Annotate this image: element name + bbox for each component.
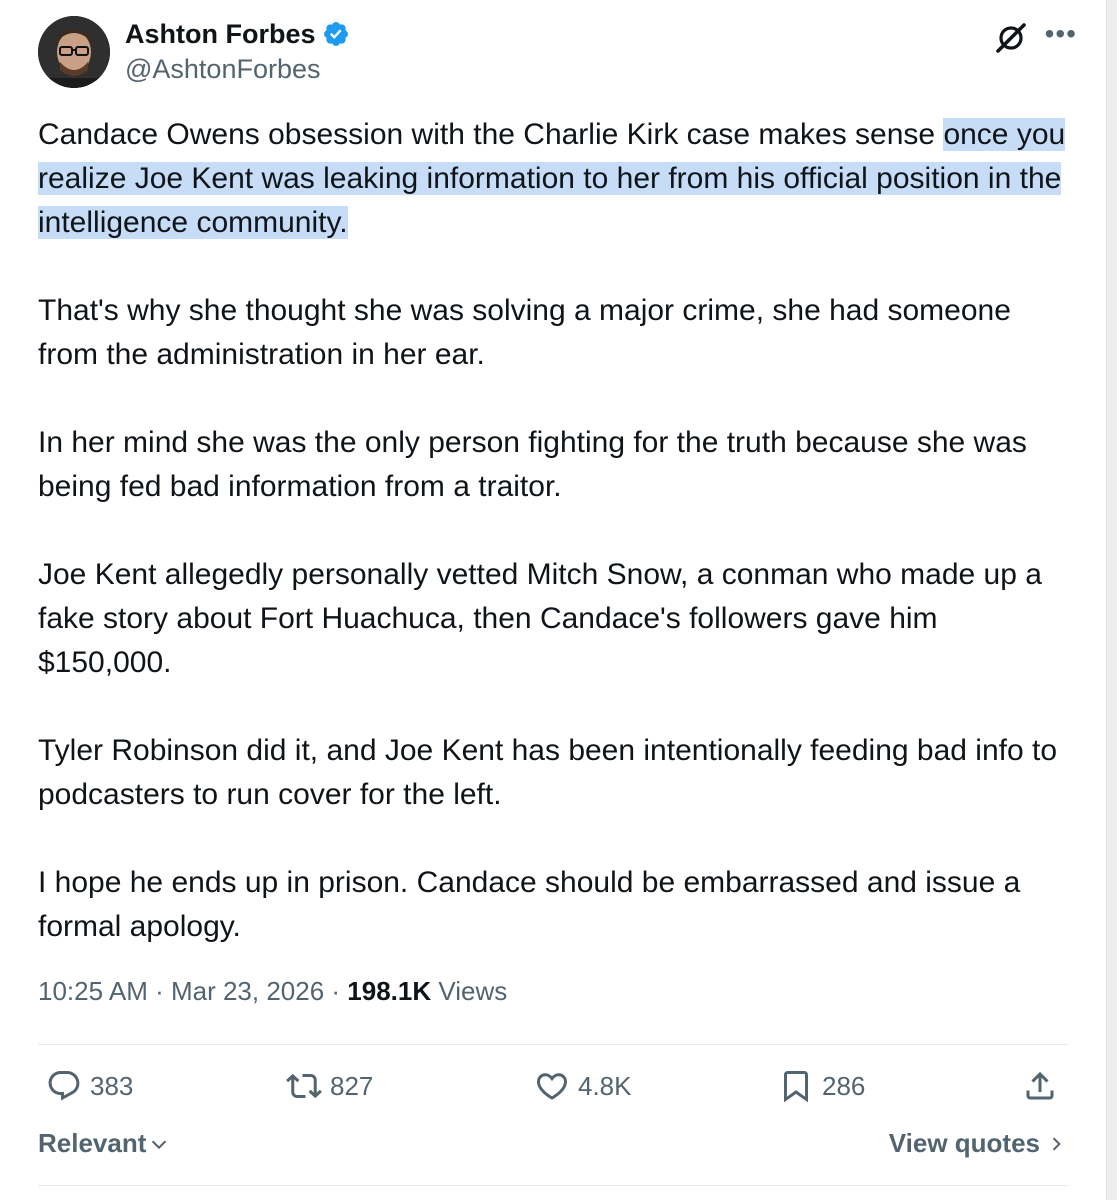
tweet-paragraph-2: That's why she thought she was solving a… xyxy=(38,294,1011,371)
more-icon[interactable]: ••• xyxy=(1045,20,1077,48)
tweet-header: Ashton Forbes @AshtonForbes ••• xyxy=(38,14,1077,94)
tweet-paragraph-1: Candace Owens obsession with the Charlie… xyxy=(38,113,1078,245)
bookmark-button[interactable]: 286 xyxy=(778,1068,865,1104)
share-button[interactable] xyxy=(1022,1068,1058,1104)
tweet-paragraph-5: Tyler Robinson did it, and Joe Kent has … xyxy=(38,734,1058,811)
divider xyxy=(38,1044,1069,1045)
meta-separator: · xyxy=(147,976,171,1006)
name-row: Ashton Forbes xyxy=(125,14,350,54)
chevron-right-icon xyxy=(1052,1136,1061,1151)
repost-count: 827 xyxy=(330,1070,374,1101)
tweet-time[interactable]: 10:25 AM xyxy=(38,976,148,1006)
tweet-paragraph-6: I hope he ends up in prison. Candace sho… xyxy=(38,866,1021,943)
like-count: 4.8K xyxy=(578,1070,632,1101)
like-icon xyxy=(536,1073,568,1100)
reply-icon xyxy=(48,1071,80,1101)
verified-badge-icon[interactable] xyxy=(322,20,350,48)
tweet-paragraph-3: In her mind she was the only person figh… xyxy=(38,426,1027,503)
sort-relevant-button[interactable]: Relevant xyxy=(38,1128,170,1159)
top-actions: ••• xyxy=(993,20,1077,56)
bookmark-count: 286 xyxy=(822,1070,866,1101)
tweet-date[interactable]: Mar 23, 2026 xyxy=(171,976,324,1006)
tweet-meta: 10:25 AM · Mar 23, 2026 · 198.1K Views xyxy=(38,976,507,1007)
chevron-down-icon xyxy=(152,1140,167,1149)
tweet-paragraph-4: Joe Kent allegedly personally vetted Mit… xyxy=(38,558,1042,679)
reply-button[interactable]: 383 xyxy=(46,1068,133,1104)
meta-separator: · xyxy=(324,976,348,1006)
author-block: Ashton Forbes @AshtonForbes xyxy=(125,14,350,85)
bookmark-icon xyxy=(784,1071,808,1103)
repost-icon xyxy=(286,1073,322,1099)
tweet-footer: Relevant View quotes xyxy=(38,1128,1066,1168)
sort-label: Relevant xyxy=(38,1128,147,1158)
repost-button[interactable]: 827 xyxy=(286,1068,373,1104)
view-quotes-button[interactable]: View quotes xyxy=(889,1128,1066,1159)
share-icon xyxy=(1026,1071,1054,1100)
views-count: 198.1K xyxy=(347,976,432,1006)
display-name[interactable]: Ashton Forbes xyxy=(125,19,316,50)
tweet-text-plain: Candace Owens obsession with the Charlie… xyxy=(38,118,944,151)
views-label: Views xyxy=(431,976,508,1006)
divider xyxy=(38,1185,1069,1186)
avatar-image xyxy=(38,16,110,88)
tweet-body: Candace Owens obsession with the Charlie… xyxy=(38,113,1078,993)
window-edge xyxy=(1106,0,1117,1200)
grok-icon[interactable] xyxy=(993,20,1029,56)
like-button[interactable]: 4.8K xyxy=(534,1068,632,1104)
reply-count: 383 xyxy=(90,1070,134,1101)
avatar[interactable] xyxy=(38,16,110,88)
handle[interactable]: @AshtonForbes xyxy=(125,54,350,85)
action-bar: 383 827 4.8K 286 xyxy=(38,1068,1068,1112)
view-quotes-label: View quotes xyxy=(888,1128,1040,1158)
